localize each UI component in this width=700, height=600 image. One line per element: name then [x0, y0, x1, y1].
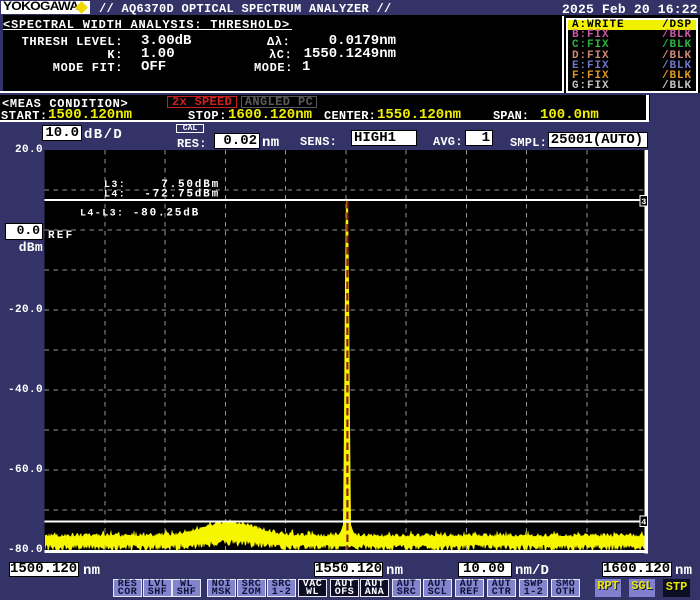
svg-text:L4:: L4:: [104, 190, 126, 201]
svg-text:-80.25dB: -80.25dB: [133, 208, 200, 220]
svg-text:-72.75dBm: -72.75dBm: [144, 189, 220, 201]
svg-text:4: 4: [641, 518, 646, 528]
svg-text:L4-L3:: L4-L3:: [80, 209, 124, 220]
svg-text:3: 3: [641, 197, 646, 207]
svg-text:REF: REF: [48, 230, 74, 242]
